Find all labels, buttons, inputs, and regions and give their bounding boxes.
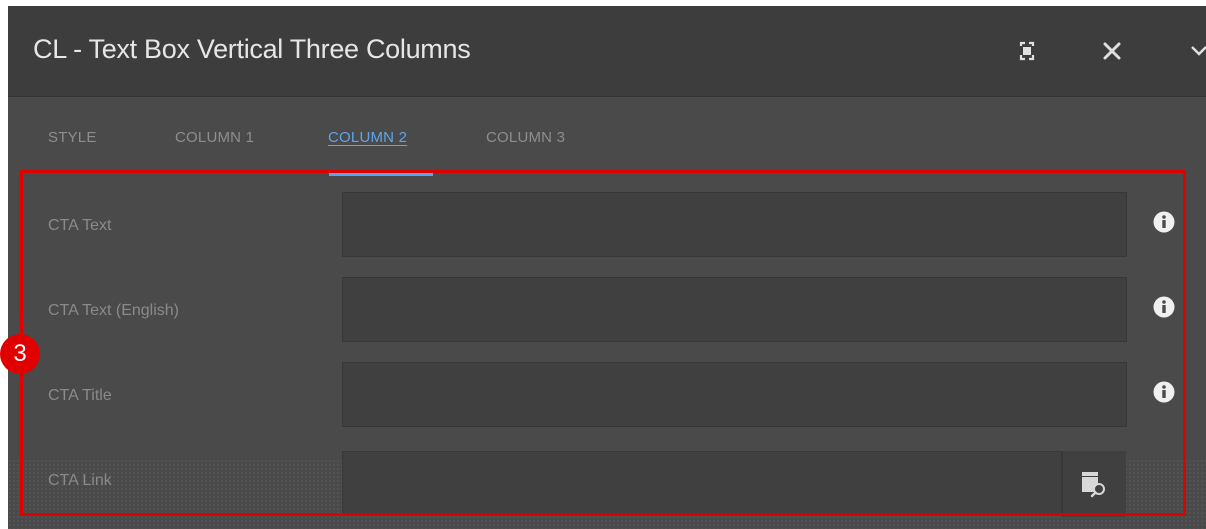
info-icon[interactable] — [1153, 381, 1175, 403]
cta-link-input[interactable] — [342, 451, 1062, 516]
browse-path-icon — [1082, 472, 1105, 498]
fullscreen-button[interactable] — [1012, 36, 1042, 66]
dialog-titlebar: CL - Text Box Vertical Three Columns — [8, 6, 1206, 97]
cta-text-label: CTA Text — [48, 217, 112, 234]
cta-text-english-input[interactable] — [342, 277, 1127, 342]
cta-title-input[interactable] — [342, 362, 1127, 427]
collapse-button[interactable] — [1186, 36, 1206, 66]
close-button[interactable] — [1097, 36, 1127, 66]
tab-column-2[interactable]: COLUMN 2 — [328, 129, 407, 146]
close-icon — [1103, 42, 1121, 60]
cta-text-english-label: CTA Text (English) — [48, 302, 180, 319]
info-icon[interactable] — [1153, 211, 1175, 233]
tab-style[interactable]: STYLE — [48, 129, 97, 146]
dialog: CL - Text Box Vertical Three Columns STY… — [8, 6, 1206, 529]
form-panel: CTA Text CTA Text (English) CTA Title CT… — [8, 177, 1206, 529]
tab-column-1[interactable]: COLUMN 1 — [175, 129, 254, 146]
tab-bar: STYLE COLUMN 1 COLUMN 2 COLUMN 3 — [8, 97, 1206, 177]
fullscreen-icon — [1019, 41, 1035, 61]
dialog-title: CL - Text Box Vertical Three Columns — [33, 34, 471, 64]
browse-path-button[interactable] — [1062, 451, 1126, 517]
cta-link-label: CTA Link — [48, 472, 112, 489]
info-icon[interactable] — [1153, 296, 1175, 318]
cta-title-label: CTA Title — [48, 387, 112, 404]
chevron-down-icon — [1191, 46, 1206, 56]
tab-column-3[interactable]: COLUMN 3 — [486, 129, 565, 146]
cta-text-input[interactable] — [342, 192, 1127, 257]
step-number-badge: 3 — [0, 334, 40, 374]
active-tab-indicator — [329, 173, 433, 176]
